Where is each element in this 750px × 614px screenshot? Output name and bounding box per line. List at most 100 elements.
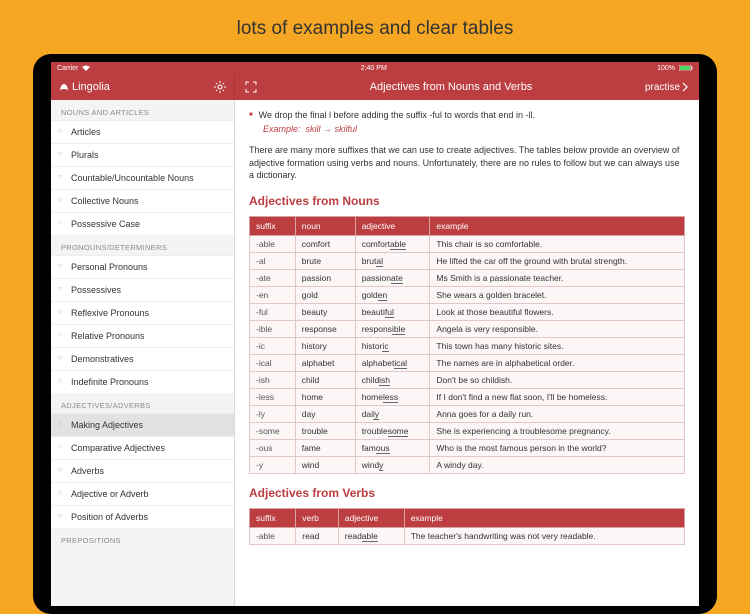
table-cell: The names are in alphabetical order.	[430, 354, 685, 371]
table-cell: -ible	[250, 320, 296, 337]
table-header-cell: verb	[296, 508, 339, 527]
table-cell: beautiful	[355, 303, 430, 320]
table-cell: -ous	[250, 439, 296, 456]
table-cell: daily	[355, 405, 430, 422]
table-cell: comfortable	[355, 235, 430, 252]
table-cell: passionate	[355, 269, 430, 286]
battery-label: 100%	[657, 65, 675, 72]
sidebar-item[interactable]: Relative Pronouns	[51, 324, 234, 347]
table-cell: brute	[295, 252, 355, 269]
section-heading: Adjectives from Verbs	[249, 486, 685, 500]
table-cell: homeless	[355, 388, 430, 405]
table-header-cell: example	[404, 508, 684, 527]
practise-button[interactable]: practise	[645, 82, 689, 93]
sidebar-item[interactable]: Articles	[51, 120, 234, 143]
sidebar-section-header: Adjectives/Adverbs	[51, 393, 234, 413]
sidebar-item[interactable]: Adverbs	[51, 459, 234, 482]
table-cell: If I don't find a new flat soon, I'll be…	[430, 388, 685, 405]
table-cell: Anna goes for a daily run.	[430, 405, 685, 422]
table-cell: A windy day.	[430, 456, 685, 473]
intro-paragraph: There are many more suffixes that we can…	[249, 144, 685, 182]
brand-logo[interactable]: Lingolia	[59, 81, 110, 93]
table-cell: Who is the most famous person in the wor…	[430, 439, 685, 456]
table-cell: childish	[355, 371, 430, 388]
header-right: Adjectives from Nouns and Verbs practise	[235, 74, 699, 100]
table-cell: She is experiencing a troublesome pregna…	[430, 422, 685, 439]
table-cell: -ic	[250, 337, 296, 354]
sidebar-item[interactable]: Collective Nouns	[51, 189, 234, 212]
table-cell: Don't be so childish.	[430, 371, 685, 388]
table-cell: home	[295, 388, 355, 405]
table-row: -fulbeautybeautifulLook at those beautif…	[250, 303, 685, 320]
table-cell: Ms Smith is a passionate teacher.	[430, 269, 685, 286]
table-cell: passion	[295, 269, 355, 286]
table-row: -ishchildchildishDon't be so childish.	[250, 371, 685, 388]
sidebar-item[interactable]: Position of Adverbs	[51, 505, 234, 528]
table-cell: -some	[250, 422, 296, 439]
expand-icon[interactable]	[245, 81, 257, 93]
sidebar-item[interactable]: Indefinite Pronouns	[51, 370, 234, 393]
sidebar-item[interactable]: Personal Pronouns	[51, 255, 234, 278]
table-cell: troublesome	[355, 422, 430, 439]
table-row: -icalalphabetalphabeticalThe names are i…	[250, 354, 685, 371]
practise-label: practise	[645, 82, 680, 93]
table-cell: child	[295, 371, 355, 388]
sidebar-item[interactable]: Countable/Uncountable Nouns	[51, 166, 234, 189]
table-cell: history	[295, 337, 355, 354]
page-title: Adjectives from Nouns and Verbs	[257, 81, 645, 93]
table-cell: alphabetical	[355, 354, 430, 371]
table-cell: responsible	[355, 320, 430, 337]
content[interactable]: We drop the final l before adding the su…	[235, 100, 699, 606]
table-row: -ousfamefamousWho is the most famous per…	[250, 439, 685, 456]
table-header-cell: suffix	[250, 216, 296, 235]
sidebar-item[interactable]: Possessives	[51, 278, 234, 301]
table-cell: famous	[355, 439, 430, 456]
sidebar-item[interactable]: Comparative Adjectives	[51, 436, 234, 459]
table-row: -engoldgoldenShe wears a golden bracelet…	[250, 286, 685, 303]
example-text: skill → skilful	[306, 124, 358, 134]
example-label: Example:	[263, 124, 301, 134]
table-cell: -y	[250, 456, 296, 473]
table-row: -ablecomfortcomfortableThis chair is so …	[250, 235, 685, 252]
table-cell: readable	[338, 527, 404, 544]
table-cell: trouble	[295, 422, 355, 439]
bullet-text: We drop the final l before adding the su…	[259, 110, 535, 120]
sidebar-item[interactable]: Adjective or Adverb	[51, 482, 234, 505]
table-cell: beauty	[295, 303, 355, 320]
screen: Carrier 2:40 PM 100% Lingolia	[51, 62, 699, 606]
sidebar-item[interactable]: Reflexive Pronouns	[51, 301, 234, 324]
sidebar-item[interactable]: Possessive Case	[51, 212, 234, 235]
table-row: -ichistoryhistoricThis town has many his…	[250, 337, 685, 354]
gear-icon[interactable]	[214, 81, 226, 93]
header-left: Lingolia	[51, 74, 235, 100]
sidebar[interactable]: Nouns and ArticlesArticlesPluralsCountab…	[51, 100, 235, 606]
status-bar: Carrier 2:40 PM 100%	[51, 62, 699, 74]
sidebar-section-header: Prepositions	[51, 528, 234, 548]
table-cell: -ate	[250, 269, 296, 286]
table-row: -sometroubletroublesomeShe is experienci…	[250, 422, 685, 439]
sidebar-item[interactable]: Demonstratives	[51, 347, 234, 370]
table-cell: -al	[250, 252, 296, 269]
table-cell: golden	[355, 286, 430, 303]
table-cell: The teacher's handwriting was not very r…	[404, 527, 684, 544]
table-header-cell: suffix	[250, 508, 296, 527]
table-row: -lesshomehomelessIf I don't find a new f…	[250, 388, 685, 405]
table-cell: read	[296, 527, 339, 544]
sidebar-item[interactable]: Making Adjectives	[51, 413, 234, 436]
chevron-right-icon	[682, 82, 689, 92]
table-cell: -en	[250, 286, 296, 303]
sidebar-item[interactable]: Plurals	[51, 143, 234, 166]
promo-title: lots of examples and clear tables	[0, 0, 750, 54]
table-cell: -able	[250, 527, 296, 544]
table-cell: gold	[295, 286, 355, 303]
header: Lingolia Adjectives from Nouns and Verbs…	[51, 74, 699, 100]
table-cell: -able	[250, 235, 296, 252]
battery-icon	[679, 65, 693, 71]
table-header-cell: adjective	[338, 508, 404, 527]
table-cell: -less	[250, 388, 296, 405]
sidebar-section-header: Pronouns/Determiners	[51, 235, 234, 255]
table-cell: Look at those beautiful flowers.	[430, 303, 685, 320]
table-row: -albrutebrutalHe lifted the car off the …	[250, 252, 685, 269]
table-cell: response	[295, 320, 355, 337]
table-cell: -ful	[250, 303, 296, 320]
